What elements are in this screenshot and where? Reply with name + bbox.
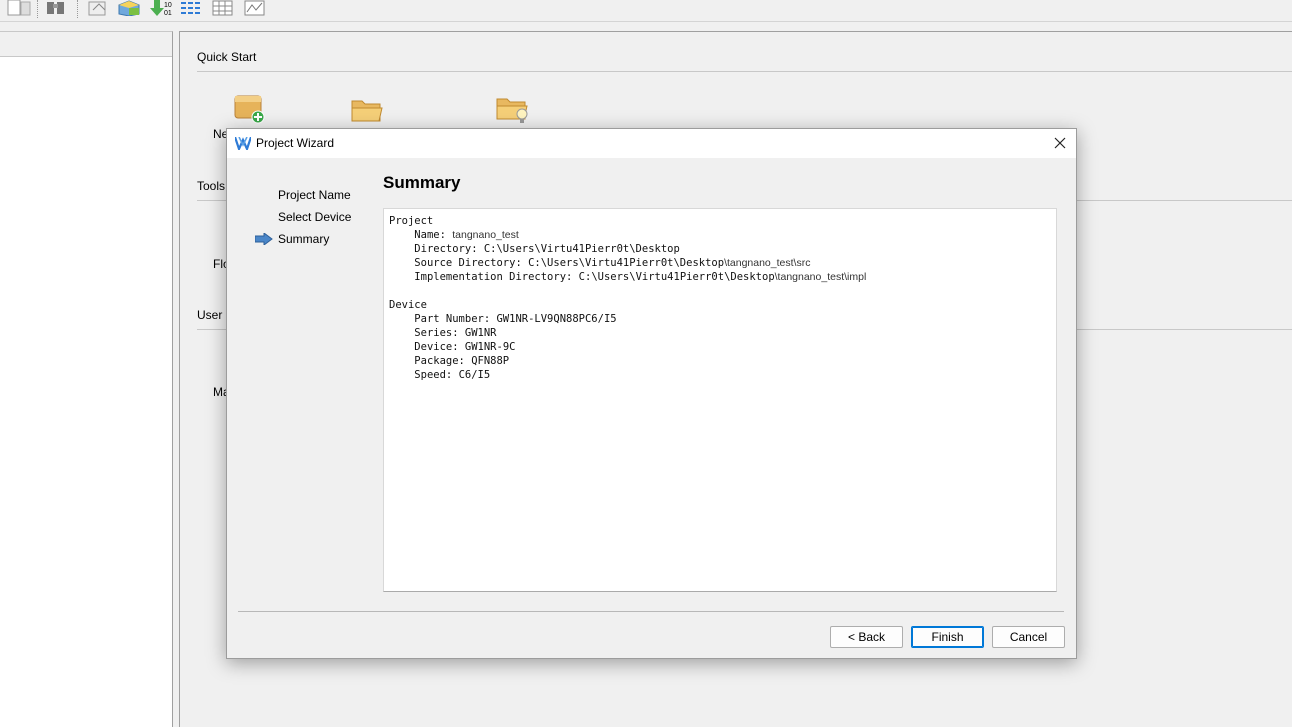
package-value: QFN88P [471,355,510,367]
timing-chart-icon[interactable] [243,0,267,16]
open-example-icon[interactable] [496,94,530,129]
speed-value: C6/I5 [458,369,491,381]
dialog-divider [238,611,1064,612]
close-icon[interactable] [1052,135,1068,151]
source-directory-value: C:\Users\Virtu41Pierr0t\Desktop [528,257,725,269]
step-summary[interactable]: Summary [278,232,329,246]
new-project-icon[interactable] [233,92,265,127]
place-route-icon[interactable] [117,0,141,16]
current-step-arrow-icon [254,232,273,248]
series-value: GW1NR [464,327,497,339]
main-toolbar: 10 01 [0,0,1292,22]
tools-heading: Tools [197,179,226,193]
svg-text:01: 01 [164,10,172,16]
quick-start-heading: Quick Start [197,50,257,64]
dialog-title-bar[interactable]: Project Wizard [227,129,1076,158]
summary-text-area[interactable]: Project Name: tangnano_test Directory: C… [383,208,1057,592]
cancel-button[interactable]: Cancel [992,626,1065,648]
summary-heading: Summary [383,173,461,192]
project-name-value: tangnano_test [452,229,519,241]
implementation-directory-value: C:\Users\Virtu41Pierr0t\Desktop [578,271,775,283]
open-project-icon[interactable] [351,96,383,127]
gowin-logo-icon [233,136,253,153]
back-button[interactable]: < Back [830,626,903,648]
project-directory-value: C:\Users\Virtu41Pierr0t\Desktop [483,243,680,255]
project-section-label: Project [389,215,434,227]
step-select-device[interactable]: Select Device [278,210,351,224]
svg-text:10: 10 [164,2,172,9]
step-project-name[interactable]: Project Name [278,188,351,202]
dialog-title: Project Wizard [256,136,335,150]
device-section-label: Device [389,299,427,311]
list-view-icon[interactable] [180,0,204,16]
device-value: GW1NR-9C [464,341,516,353]
design-panel [0,31,173,727]
finish-button[interactable]: Finish [911,626,984,648]
design-panel-header [0,32,172,57]
project-wizard-dialog: Project Wizard Project Name Select Devic… [226,128,1077,659]
grid-view-icon[interactable] [211,0,235,16]
binoculars-icon[interactable] [45,0,67,16]
new-file-icon[interactable] [5,0,31,16]
synthesize-icon[interactable] [87,0,111,16]
program-device-icon[interactable]: 10 01 [148,0,174,16]
part-number-value: GW1NR-LV9QN88PC6/I5 [496,313,617,325]
